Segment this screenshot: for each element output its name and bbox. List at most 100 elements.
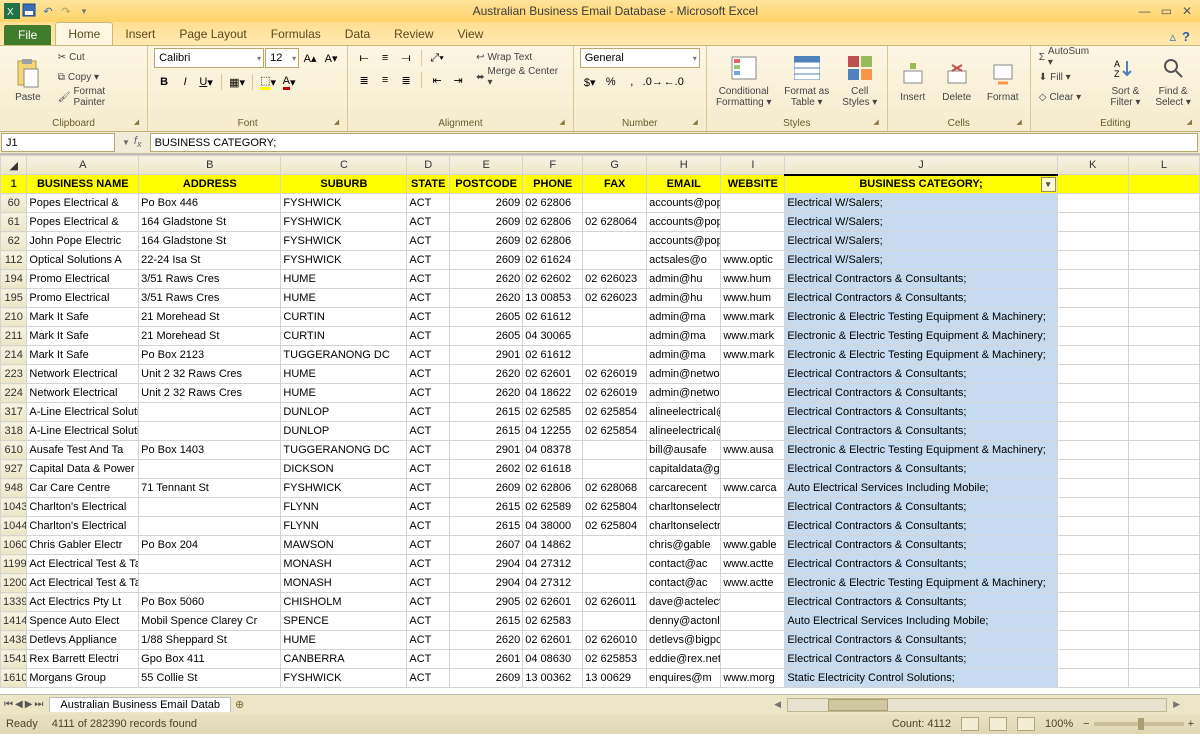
tab-review[interactable]: Review xyxy=(382,23,445,45)
format-as-table-button[interactable]: Format as Table ▾ xyxy=(781,48,833,112)
cell[interactable]: accounts@popeselectr xyxy=(647,194,721,213)
cell[interactable]: 04 27312 xyxy=(523,574,583,593)
cell[interactable]: DUNLOP xyxy=(281,403,407,422)
cell[interactable]: admin@ma xyxy=(647,327,721,346)
redo-icon[interactable]: ↷ xyxy=(58,3,74,19)
filter-icon[interactable]: ▾ xyxy=(1041,177,1056,192)
cell[interactable]: www.optic xyxy=(721,251,785,270)
row-header[interactable]: 194 xyxy=(1,270,27,289)
font-color-icon[interactable]: A▾ xyxy=(279,72,299,92)
cell[interactable] xyxy=(1057,441,1128,460)
cell[interactable]: 164 Gladstone St xyxy=(139,213,281,232)
cell[interactable]: 13 00853 xyxy=(523,289,583,308)
tab-data[interactable]: Data xyxy=(333,23,382,45)
cell[interactable]: TUGGERANONG DC xyxy=(281,441,407,460)
cell[interactable]: 21 Morehead St xyxy=(139,327,281,346)
cell[interactable]: Gpo Box 411 xyxy=(139,650,281,669)
cell[interactable]: Optical Solutions A xyxy=(27,251,139,270)
cell[interactable]: ACT xyxy=(407,441,450,460)
cell[interactable]: www.ausa xyxy=(721,441,785,460)
cell[interactable]: 02 626023 xyxy=(583,289,647,308)
cell[interactable]: ACT xyxy=(407,213,450,232)
cell[interactable] xyxy=(583,308,647,327)
hdr-address[interactable]: ADDRESS xyxy=(139,175,281,194)
zoom-out-icon[interactable]: − xyxy=(1083,718,1089,730)
hdr-l[interactable] xyxy=(1128,175,1199,194)
cell[interactable] xyxy=(1128,213,1199,232)
hdr-state[interactable]: STATE xyxy=(407,175,450,194)
indent-increase-icon[interactable]: ⇥ xyxy=(448,70,468,90)
cell-category[interactable]: Auto Electrical Services Including Mobil… xyxy=(785,479,1057,498)
cell[interactable]: Unit 2 32 Raws Cres xyxy=(139,384,281,403)
col-E[interactable]: E xyxy=(450,156,523,175)
cell[interactable]: CANBERRA xyxy=(281,650,407,669)
row-header[interactable]: 1 xyxy=(1,175,27,194)
bold-icon[interactable]: B xyxy=(154,72,174,92)
cell-category[interactable]: Electrical Contractors & Consultants; xyxy=(785,289,1057,308)
cell[interactable] xyxy=(1128,612,1199,631)
cell[interactable]: admin@ma xyxy=(647,308,721,327)
fill-button[interactable]: ⬇Fill ▾ xyxy=(1037,68,1099,86)
cell[interactable]: admin@hu xyxy=(647,270,721,289)
cell[interactable]: 02 62806 xyxy=(523,213,583,232)
cell[interactable]: www.actte xyxy=(721,555,785,574)
cell[interactable] xyxy=(139,555,281,574)
cell[interactable]: 71 Tennant St xyxy=(139,479,281,498)
cell[interactable]: chris@gable xyxy=(647,536,721,555)
cell[interactable]: contact@ac xyxy=(647,555,721,574)
cell-category[interactable]: Electrical Contractors & Consultants; xyxy=(785,460,1057,479)
minimize-icon[interactable]: — xyxy=(1139,4,1151,18)
cell[interactable]: 2620 xyxy=(450,365,523,384)
cell[interactable] xyxy=(721,612,785,631)
cell[interactable] xyxy=(139,460,281,479)
row-header[interactable]: 210 xyxy=(1,308,27,327)
cell-category[interactable]: Electronic & Electric Testing Equipment … xyxy=(785,327,1057,346)
cell[interactable]: 2615 xyxy=(450,612,523,631)
restore-icon[interactable]: ▭ xyxy=(1161,4,1172,18)
row-header[interactable]: 224 xyxy=(1,384,27,403)
increase-font-icon[interactable]: A▴ xyxy=(300,48,320,68)
cell[interactable]: Act Electrical Test & Tag xyxy=(27,574,139,593)
row-header[interactable]: 1044 xyxy=(1,517,27,536)
cell[interactable]: 02 625804 xyxy=(583,498,647,517)
row-header[interactable]: 211 xyxy=(1,327,27,346)
cell-category[interactable]: Electrical Contractors & Consultants; xyxy=(785,555,1057,574)
format-cells-button[interactable]: Format xyxy=(982,48,1024,112)
cell[interactable] xyxy=(1128,517,1199,536)
col-I[interactable]: I xyxy=(721,156,785,175)
help-icon[interactable]: ? xyxy=(1182,29,1190,45)
cell[interactable]: Mark It Safe xyxy=(27,327,139,346)
row-header[interactable]: 214 xyxy=(1,346,27,365)
qat-dropdown-icon[interactable]: ▼ xyxy=(76,3,92,19)
cell[interactable]: 04 08630 xyxy=(523,650,583,669)
cell-category[interactable]: Electrical Contractors & Consultants; xyxy=(785,365,1057,384)
cell-category[interactable]: Electrical W/Salers; xyxy=(785,251,1057,270)
cell[interactable]: 2620 xyxy=(450,384,523,403)
borders-icon[interactable]: ▦▾ xyxy=(227,72,247,92)
cell[interactable] xyxy=(1128,270,1199,289)
cell[interactable]: ACT xyxy=(407,422,450,441)
cell[interactable]: ACT xyxy=(407,365,450,384)
cell[interactable]: ACT xyxy=(407,346,450,365)
cell[interactable] xyxy=(1128,327,1199,346)
col-C[interactable]: C xyxy=(281,156,407,175)
cell[interactable]: 2620 xyxy=(450,270,523,289)
row-header[interactable]: 1414 xyxy=(1,612,27,631)
cell[interactable]: FYSHWICK xyxy=(281,232,407,251)
cell[interactable]: 02 626019 xyxy=(583,365,647,384)
cell[interactable]: 02 61612 xyxy=(523,308,583,327)
cell[interactable] xyxy=(1128,308,1199,327)
cell[interactable]: accounts@popeselectr xyxy=(647,232,721,251)
cell[interactable]: 2609 xyxy=(450,194,523,213)
hdr-suburb[interactable]: SUBURB xyxy=(281,175,407,194)
cell[interactable] xyxy=(1057,289,1128,308)
cell[interactable]: ACT xyxy=(407,384,450,403)
cell[interactable]: Act Electrical Test & Tag xyxy=(27,555,139,574)
cell[interactable]: 2609 xyxy=(450,232,523,251)
sheet-first-icon[interactable]: ⏮ xyxy=(4,699,13,710)
minimize-ribbon-icon[interactable]: ▵ xyxy=(1170,29,1177,45)
cell[interactable]: A-Line Electrical Solutions xyxy=(27,422,139,441)
cell[interactable]: www.mark xyxy=(721,327,785,346)
currency-icon[interactable]: $▾ xyxy=(580,72,600,92)
cell[interactable]: 02 626010 xyxy=(583,631,647,650)
